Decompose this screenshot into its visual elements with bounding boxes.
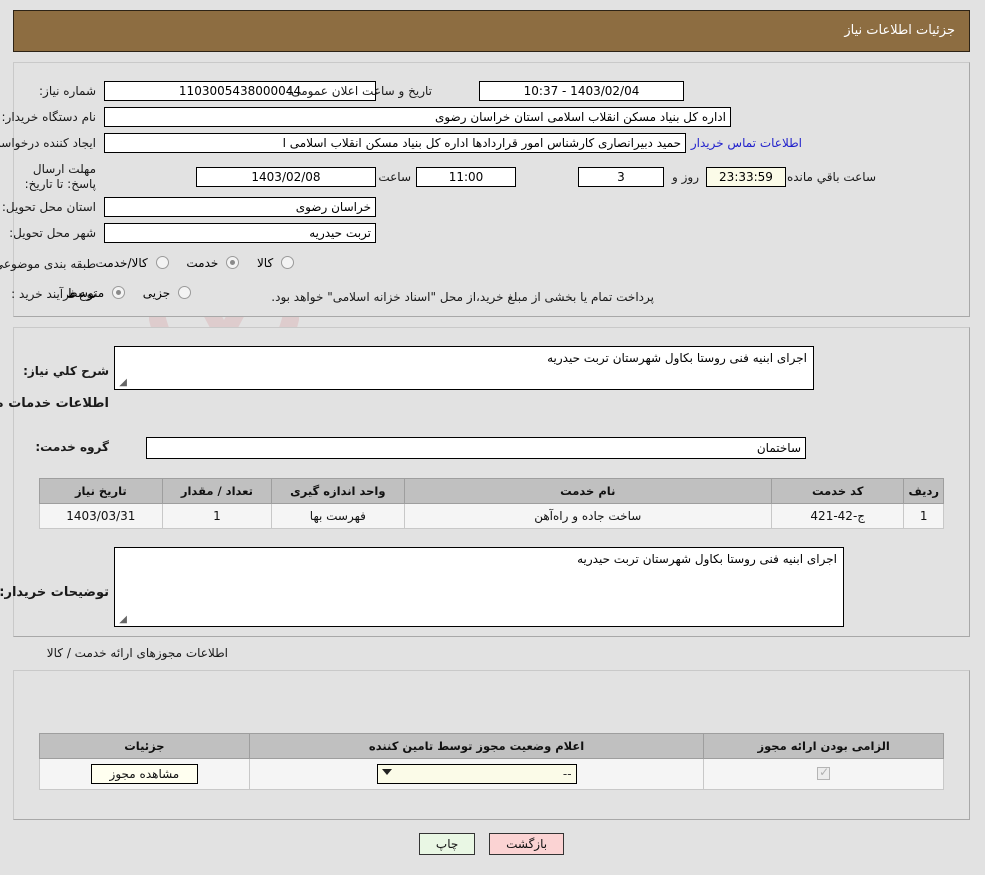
general-description-textarea[interactable]: اجرای ابنیه فنی روستا بکاول شهرستان تربت… [115, 346, 815, 390]
permits-table-header-row: الزامی بودن ارائه مجوز اعلام وضعیت مجوز … [40, 733, 945, 759]
cell-need-date: 1403/03/31 [40, 503, 164, 529]
col-permit-required: الزامی بودن ارائه مجوز [704, 733, 945, 759]
view-permit-button[interactable]: مشاهده مجوز [91, 764, 200, 784]
cell-quantity: 1 [162, 503, 274, 529]
purchase-process-radio-group[interactable]: جزیی متوسط [53, 286, 192, 300]
days-remaining-field[interactable]: 3 [579, 167, 665, 187]
cell-service-code: ج-42-421 [771, 503, 906, 529]
resize-grip-icon[interactable]: ◢ [118, 378, 128, 388]
cell-permit-required [704, 758, 945, 790]
cell-permit-details: مشاهده مجوز [40, 758, 251, 790]
services-table-header-row: ردیف کد خدمت نام خدمت واحد اندازه گیری ت… [40, 478, 945, 504]
announcement-datetime-label: تاریخ و ساعت اعلان عمومی: [288, 84, 433, 98]
cell-service-name: ساخت جاده و راه‌آهن [404, 503, 774, 529]
buyer-notes-label: توضیحات خریدار: [0, 585, 110, 600]
permit-required-checkbox [818, 765, 832, 780]
col-service-code: کد خدمت [771, 478, 906, 504]
permits-table: الزامی بودن ارائه مجوز اعلام وضعیت مجوز … [40, 733, 945, 790]
response-deadline-label: مهلت ارسال پاسخ: تا تاریخ: [25, 162, 97, 191]
page-title-bar: جزئیات اطلاعات نیاز [14, 10, 971, 52]
cell-row-number: 1 [904, 503, 945, 529]
subject-category-radio-group[interactable]: کالا خدمت کالا/خدمت [83, 256, 295, 270]
buyer-contact-link[interactable]: اطلاعات تماس خریدار [692, 136, 803, 150]
footer-actions: بازگشت چاپ [0, 833, 985, 855]
permits-section-heading: اطلاعات مجوزهای ارائه خدمت / کالا [47, 646, 229, 660]
radio-service[interactable] [227, 256, 241, 269]
need-number-label: شماره نیاز: [40, 84, 97, 98]
cell-unit: فهرست بها [272, 503, 406, 529]
days-remaining-word: روز و [673, 170, 700, 184]
request-creator-field[interactable]: حمید دبیرانصاری کارشناس امور قراردادها ا… [105, 133, 687, 153]
buyer-organization-label: نام دستگاه خریدار: [2, 110, 98, 124]
request-creator-label: ایجاد کننده درخواست: [0, 136, 97, 150]
delivery-city-label: شهر محل تحویل: [10, 226, 97, 240]
permit-status-select[interactable]: -- [377, 764, 578, 784]
print-button[interactable]: چاپ [419, 833, 477, 855]
deadline-hour-label: ساعت [379, 170, 412, 184]
service-group-field[interactable]: ساختمان [147, 437, 807, 459]
radio-goods[interactable] [282, 256, 295, 269]
col-unit: واحد اندازه گیری [272, 478, 406, 504]
deadline-time-field[interactable]: 11:00 [417, 167, 517, 187]
col-permit-details: جزئیات [40, 733, 251, 759]
chevron-down-icon [382, 769, 393, 775]
page-title: جزئیات اطلاعات نیاز [845, 23, 956, 38]
deadline-date-field[interactable]: 1403/02/08 [197, 167, 377, 187]
page-root: AriaTender.net جزئیات اطلاعات نیاز شماره… [0, 0, 985, 875]
col-permit-status: اعلام وضعیت مجوز توسط تامین کننده [249, 733, 706, 759]
cell-permit-status: -- [249, 758, 706, 790]
delivery-city-field[interactable]: تربت حیدریه [105, 223, 377, 243]
radio-goods-label: کالا [257, 256, 275, 270]
radio-minor-label: جزیی [143, 286, 172, 300]
radio-goods-service[interactable] [156, 256, 170, 269]
col-quantity: تعداد / مقدار [162, 478, 274, 504]
radio-medium[interactable] [112, 286, 126, 299]
buyer-notes-textarea[interactable]: اجرای ابنیه فنی روستا بکاول شهرستان تربت… [115, 547, 845, 627]
col-need-date: تاریخ نیاز [40, 478, 164, 504]
resize-grip-icon[interactable]: ◢ [118, 615, 128, 625]
radio-medium-label: متوسط [67, 286, 106, 300]
table-row: -- مشاهده مجوز [40, 758, 945, 790]
general-description-label: شرح کلي نیاز: [24, 364, 110, 378]
hours-remaining-label: ساعت باقي مانده [787, 170, 877, 184]
delivery-province-field[interactable]: خراسان رضوی [105, 197, 377, 217]
buyer-notes-value: اجرای ابنیه فنی روستا بکاول شهرستان تربت… [578, 552, 838, 566]
countdown-timer-field: 23:33:59 [707, 167, 787, 187]
col-row-number: ردیف [904, 478, 945, 504]
radio-goods-service-label: کالا/خدمت [96, 256, 149, 270]
radio-minor[interactable] [179, 286, 192, 299]
services-section-heading: اطلاعات خدمات مورد نیاز [0, 396, 110, 411]
announcement-datetime-field[interactable]: 10:37 - 1403/02/04 [480, 81, 685, 101]
delivery-province-label: استان محل تحویل: [2, 200, 97, 214]
general-description-value: اجرای ابنیه فنی روستا بکاول شهرستان تربت… [548, 351, 808, 365]
table-row: 1 ج-42-421 ساخت جاده و راه‌آهن فهرست بها… [40, 503, 945, 529]
col-service-name: نام خدمت [404, 478, 774, 504]
buyer-organization-field[interactable]: اداره کل بنیاد مسکن انقلاب اسلامی استان … [105, 107, 732, 127]
back-button[interactable]: بازگشت [490, 833, 566, 855]
permit-status-selected-value: -- [563, 767, 573, 781]
services-table: ردیف کد خدمت نام خدمت واحد اندازه گیری ت… [40, 478, 945, 529]
radio-service-label: خدمت [187, 256, 220, 270]
payment-note: پرداخت تمام یا بخشی از مبلغ خرید،از محل … [272, 290, 655, 304]
service-group-label: گروه خدمت: [36, 440, 110, 454]
